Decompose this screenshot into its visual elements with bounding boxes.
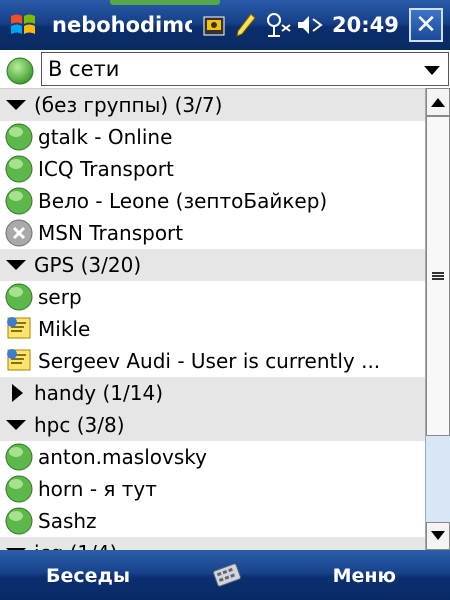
contact-name: MSN Transport: [38, 221, 184, 245]
offline-status-icon: [5, 219, 33, 247]
contact-item[interactable]: MSN Transport: [0, 217, 425, 249]
title-bar: nebohodimo IM 2: [0, 0, 450, 50]
contact-item[interactable]: gtalk - Online: [0, 121, 425, 153]
collapse-arrow-icon[interactable]: [6, 100, 26, 110]
arrow-down-icon: [431, 531, 445, 540]
contact-item[interactable]: ICQ Transport: [0, 153, 425, 185]
contact-item[interactable]: Mikle: [0, 313, 425, 345]
away-status-icon: [7, 317, 31, 339]
contact-name: Sergeev Audi - User is currently ...: [38, 349, 381, 373]
contact-item[interactable]: Sashz: [0, 505, 425, 537]
window-title: nebohodimo IM: [52, 13, 192, 37]
windows-start-icon[interactable]: [0, 0, 46, 50]
expand-arrow-icon[interactable]: [12, 384, 23, 402]
contact-item[interactable]: Вело - Leone (зептоБайкер): [0, 185, 425, 217]
arrow-up-icon: [431, 98, 445, 107]
group-label: GPS (3/20): [34, 253, 142, 277]
jabber-app-icon[interactable]: [198, 5, 230, 45]
contact-name: gtalk - Online: [38, 125, 173, 149]
contact-item[interactable]: anton.maslovsky: [0, 441, 425, 473]
status-row: В сети: [0, 50, 450, 88]
away-status-icon: [7, 349, 31, 371]
contact-item[interactable]: horn - я тут: [0, 473, 425, 505]
pencil-icon[interactable]: [230, 5, 262, 45]
contact-name: Sashz: [38, 509, 97, 533]
scroll-thumb[interactable]: [426, 116, 450, 436]
group-header[interactable]: handy (1/14): [0, 377, 425, 409]
contact-name: anton.maslovsky: [38, 445, 207, 469]
status-value: В сети: [48, 57, 120, 81]
online-status-icon: [5, 475, 33, 503]
online-status-icon: [6, 57, 34, 85]
clock[interactable]: 20:49: [332, 13, 399, 37]
chevron-down-icon[interactable]: [424, 66, 440, 75]
online-status-icon: [5, 283, 33, 311]
group-header[interactable]: (без группы) (3/7): [0, 89, 425, 121]
volume-muted-icon[interactable]: [294, 5, 326, 45]
group-label: (без группы) (3/7): [34, 93, 223, 117]
softkey-bar: Беседы Меню: [0, 550, 450, 600]
group-label: icq (1/4): [34, 541, 117, 550]
online-status-icon: [5, 187, 33, 215]
online-status-icon: [5, 443, 33, 471]
online-status-icon: [5, 123, 33, 151]
collapse-arrow-icon[interactable]: [6, 420, 26, 430]
contact-item[interactable]: Sergeev Audi - User is currently ...: [0, 345, 425, 377]
grip-icon: [432, 272, 444, 280]
contact-item[interactable]: serp: [0, 281, 425, 313]
collapse-arrow-icon[interactable]: [6, 260, 26, 270]
group-header[interactable]: hpc (3/8): [0, 409, 425, 441]
contact-list[interactable]: (без группы) (3/7) gtalk - Online ICQ Tran…: [0, 88, 425, 550]
vertical-scrollbar[interactable]: [425, 88, 450, 550]
scroll-up-button[interactable]: [426, 88, 450, 116]
group-label: hpc (3/8): [34, 413, 125, 437]
close-button[interactable]: ✕: [409, 8, 443, 42]
group-header[interactable]: GPS (3/20): [0, 249, 425, 281]
online-status-icon: [5, 507, 33, 535]
contact-name: Вело - Leone (зептоБайкер): [38, 189, 328, 213]
conversations-softkey[interactable]: Беседы: [46, 565, 130, 587]
contact-name: serp: [38, 285, 82, 309]
system-tray: [198, 5, 326, 45]
status-dropdown[interactable]: В сети: [41, 52, 449, 86]
online-status-icon: [5, 155, 33, 183]
group-header[interactable]: icq (1/4): [0, 537, 425, 550]
keyboard-icon[interactable]: [212, 560, 242, 590]
group-label: handy (1/14): [34, 381, 164, 405]
contact-name: ICQ Transport: [38, 157, 174, 181]
contact-name: Mikle: [38, 317, 91, 341]
connectivity-icon[interactable]: [262, 5, 294, 45]
scroll-down-button[interactable]: [426, 522, 450, 550]
title-highlight: [110, 0, 220, 5]
menu-softkey[interactable]: Меню: [333, 565, 396, 587]
contact-name: horn - я тут: [38, 477, 157, 501]
